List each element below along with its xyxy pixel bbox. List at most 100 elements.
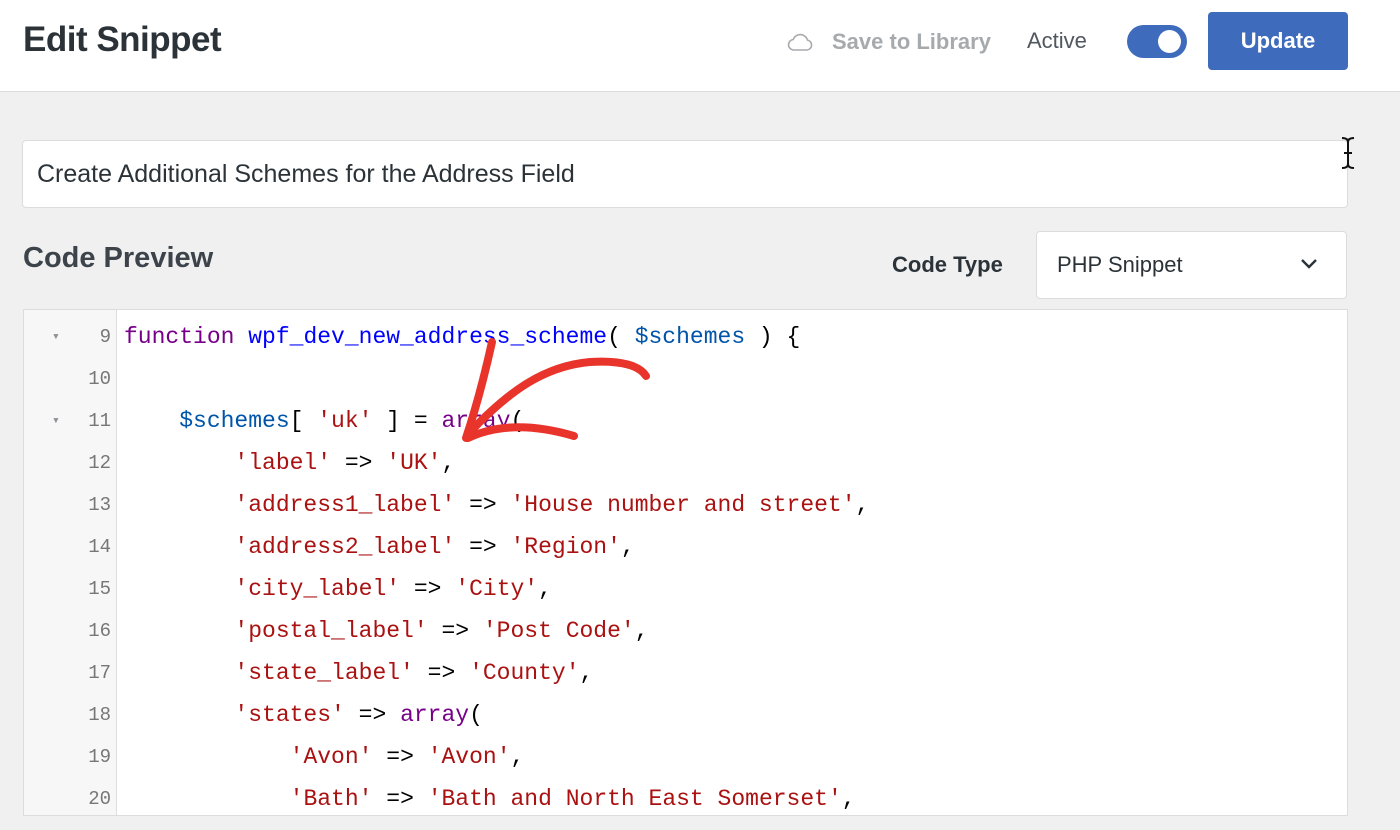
save-to-library-button[interactable]: Save to Library — [786, 27, 991, 57]
code-line: 13 'address1_label' => 'House number and… — [24, 484, 1347, 526]
code-token: , — [841, 786, 856, 812]
active-toggle[interactable] — [1127, 25, 1187, 58]
fold-toggle-icon[interactable]: ▾ — [52, 316, 66, 358]
code-token: 'city_label' — [234, 576, 401, 602]
code-line: 17 'state_label' => 'County', — [24, 652, 1347, 694]
chevron-down-icon — [1301, 259, 1317, 269]
code-token: 'House number and street' — [510, 492, 856, 518]
line-number: 16 — [88, 620, 111, 642]
code-token: , — [538, 576, 552, 602]
code-token: 'City' — [455, 576, 539, 602]
code-line: 15 'city_label' => 'City', — [24, 568, 1347, 610]
code-line: ▾ 9 function wpf_dev_new_address_scheme( $… — [24, 316, 1347, 358]
code-line: 12 'label' => 'UK', — [24, 442, 1347, 484]
code-line: 14 'address2_label' => 'Region', — [24, 526, 1347, 568]
code-token: array — [400, 702, 470, 728]
line-number: 12 — [88, 452, 111, 474]
code-text: 'Bath' => 'Bath and North East Somerset'… — [124, 778, 856, 815]
code-text: 'state_label' => 'County', — [124, 652, 593, 694]
code-token: $schemes — [179, 408, 290, 434]
code-line: 20 'Bath' => 'Bath and North East Somers… — [24, 778, 1347, 815]
code-token: 'Avon' — [289, 744, 373, 770]
line-number: 19 — [88, 746, 111, 768]
code-token: ( — [607, 324, 635, 350]
code-token: => — [400, 576, 456, 602]
code-token: , — [441, 450, 456, 476]
toggle-knob — [1158, 30, 1181, 53]
line-number: 15 — [88, 578, 111, 600]
code-text: 'city_label' => 'City', — [124, 568, 552, 610]
code-token: , — [855, 492, 870, 518]
code-token: => — [344, 702, 401, 728]
code-token: 'address1_label' — [234, 492, 456, 518]
code-token: 'Region' — [510, 534, 621, 560]
fold-toggle-icon[interactable]: ▾ — [52, 400, 66, 442]
code-type-select[interactable]: PHP Snippet — [1036, 231, 1347, 299]
code-token: wpf_dev_new_address_scheme — [248, 324, 608, 350]
code-token: => — [455, 534, 511, 560]
code-line: 16 'postal_label' => 'Post Code', — [24, 610, 1347, 652]
code-text: 'label' => 'UK', — [124, 442, 455, 484]
code-text: 'postal_label' => 'Post Code', — [124, 610, 648, 652]
code-token: [ — [289, 408, 318, 434]
code-token: $schemes — [634, 324, 746, 350]
code-token: 'Avon' — [427, 744, 511, 770]
code-text: 'address2_label' => 'Region', — [124, 526, 635, 568]
line-number: 9 — [99, 326, 111, 348]
code-text: 'states' => array( — [124, 694, 482, 736]
code-token: 'Bath and North East Somerset' — [427, 786, 842, 812]
code-line: 18 'states' => array( — [24, 694, 1347, 736]
code-token: 'address2_label' — [234, 534, 456, 560]
code-token: array — [441, 408, 511, 434]
code-token: function — [124, 324, 235, 350]
code-token: 'label' — [234, 450, 332, 476]
code-editor[interactable]: ▾ 9 function wpf_dev_new_address_scheme( $… — [23, 309, 1348, 816]
text-cursor-icon — [1341, 137, 1355, 169]
active-label: Active — [1027, 28, 1087, 53]
code-text: 'address1_label' => 'House number and st… — [124, 484, 869, 526]
line-number: 18 — [88, 704, 111, 726]
code-token: 'County' — [469, 660, 580, 686]
code-token: 'UK' — [386, 450, 442, 476]
code-line: 10 — [24, 358, 1347, 400]
code-token: ) { — [745, 324, 801, 350]
line-number: 17 — [88, 662, 111, 684]
line-number: 14 — [88, 536, 111, 558]
code-token: ] = — [372, 408, 442, 434]
line-number: 13 — [88, 494, 111, 516]
update-button[interactable]: Update — [1208, 12, 1348, 70]
code-text: function wpf_dev_new_address_scheme( $sc… — [124, 316, 800, 358]
code-token: , — [620, 534, 635, 560]
code-token: => — [331, 450, 387, 476]
code-token: , — [579, 660, 594, 686]
save-to-library-label: Save to Library — [832, 29, 991, 54]
code-token: ( — [510, 408, 525, 434]
page-title: Edit Snippet — [23, 20, 222, 59]
code-token: 'state_label' — [234, 660, 414, 686]
code-text: $schemes[ 'uk' ] = array( — [124, 400, 524, 442]
snippet-title-input[interactable] — [22, 140, 1348, 208]
code-token: 'states' — [234, 702, 345, 728]
line-number: 20 — [88, 788, 111, 810]
cloud-icon — [787, 33, 813, 51]
code-line: 19 'Avon' => 'Avon', — [24, 736, 1347, 778]
top-bar: Edit Snippet Save to Library Active Upda… — [0, 0, 1400, 92]
code-token: 'Post Code' — [482, 618, 635, 644]
code-text: 'Avon' => 'Avon', — [124, 736, 525, 778]
code-token: 'postal_label' — [234, 618, 428, 644]
code-type-value: PHP Snippet — [1057, 252, 1183, 277]
code-token: , — [510, 744, 525, 770]
code-token: => — [455, 492, 511, 518]
code-line: ▾ 11 $schemes[ 'uk' ] = array( — [24, 400, 1347, 442]
code-token: => — [427, 618, 483, 644]
line-number: 10 — [88, 368, 111, 390]
